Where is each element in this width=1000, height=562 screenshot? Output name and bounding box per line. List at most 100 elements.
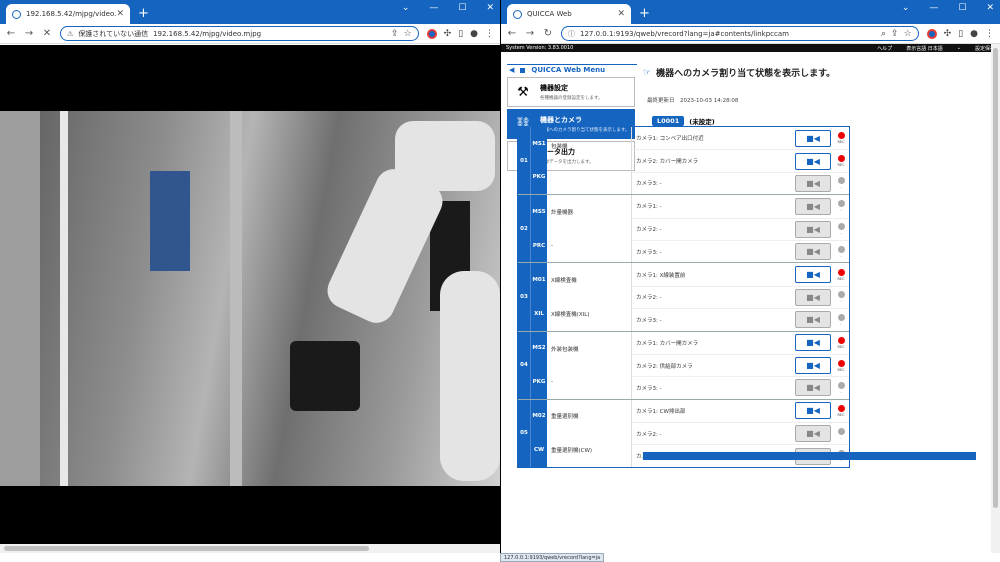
camera-view-button[interactable]: ■◀ — [795, 334, 831, 352]
camera-view-button[interactable]: ■◀ — [795, 266, 831, 284]
camera-view-button[interactable]: ■◀ — [795, 402, 831, 420]
camera-label: カメラ1: - — [636, 204, 662, 211]
puzzle-icon[interactable]: ✣ — [944, 29, 952, 39]
bookmark-star-icon[interactable]: ☆ — [904, 29, 912, 39]
extension-icon[interactable] — [926, 28, 937, 39]
bookmark-star-icon[interactable]: ☆ — [404, 29, 412, 39]
camera-label: カメラ2: - — [636, 227, 662, 234]
share-icon[interactable]: ⇪ — [891, 29, 899, 39]
sidepanel-icon[interactable]: ▯ — [958, 29, 963, 39]
minimize-icon[interactable]: — — [929, 3, 938, 13]
tab-video-stream[interactable]: 192.168.5.42/mjpg/video.mjpg ✕ — [6, 4, 130, 24]
camera-view-button[interactable]: ■◀ — [795, 174, 831, 192]
camera-row: カメラ3: - ■◀ - — [632, 239, 849, 262]
rec-indicator: REC — [835, 404, 847, 417]
new-tab-button[interactable]: + — [639, 6, 650, 21]
menu-header[interactable]: ◀ QUICCA Web Menu — [507, 64, 637, 75]
maximize-icon[interactable]: ☐ — [458, 3, 466, 13]
rec-label-empty: - — [840, 389, 842, 394]
new-tab-button[interactable]: + — [138, 6, 149, 21]
minimize-icon[interactable]: — — [429, 3, 438, 13]
device-group: 03 M01 XIL X線検査機 X線検査機(XIL) カメラ1: X線装置前 ■◀ REC カ… — [518, 262, 849, 331]
rec-label-empty: - — [840, 299, 842, 304]
close-tab-icon[interactable]: ✕ — [116, 9, 124, 19]
camera-row: カメラ1: CW排出部 ■◀ REC — [632, 400, 849, 422]
machine-names: 包装機 — [547, 127, 632, 195]
machine-names: 外装包装機 - — [547, 331, 632, 399]
extension-icon[interactable] — [426, 28, 437, 39]
camera-label: カメラ1: コンベア出口付近 — [636, 136, 704, 143]
close-icon[interactable]: ✕ — [986, 3, 994, 13]
stop-icon[interactable]: ✕ — [42, 28, 52, 39]
camera-row: カメラ3: - ■◀ - — [632, 171, 849, 194]
warning-icon[interactable]: ⚠ — [67, 30, 73, 38]
menu-item-sub: 各種機器の登録設定をします。 — [540, 96, 603, 101]
machine-subname: X線検査機(XIL) — [551, 311, 590, 318]
footer-bar — [643, 452, 976, 460]
profile-icon[interactable]: ● — [470, 29, 478, 39]
close-tab-icon[interactable]: ✕ — [617, 9, 625, 19]
share-icon[interactable]: ⇪ — [391, 29, 399, 39]
camera-view-button[interactable]: ■◀ — [795, 243, 831, 261]
address-bar[interactable]: ⚠ 保護されていない通信 192.168.5.42/mjpg/video.mjp… — [60, 26, 419, 41]
camera-row: カメラ2: カバー開カメラ ■◀ REC — [632, 149, 849, 171]
camera-label: カメラ3: - — [636, 317, 662, 324]
forward-icon[interactable]: → — [525, 28, 535, 39]
profile-icon[interactable]: ● — [970, 29, 978, 39]
close-icon[interactable]: ✕ — [486, 3, 494, 13]
maximize-icon[interactable]: ☐ — [958, 3, 966, 13]
camera-icon: ■◀ — [806, 133, 820, 143]
horizontal-scrollbar[interactable] — [0, 544, 500, 553]
camera-label: カメラ2: カバー開カメラ — [636, 159, 699, 166]
camera-view-button[interactable]: ■◀ — [795, 288, 831, 306]
language-select[interactable]: 表示言語 日本語 — [906, 45, 943, 52]
machine-name: 重量選別機 — [551, 414, 579, 421]
camera-list: カメラ1: X線装置前 ■◀ REC カメラ2: - ■◀ - カメラ3: - ■◀ - — [632, 263, 849, 330]
chevron-down-icon[interactable]: ⌄ — [902, 3, 910, 13]
address-bar[interactable]: ⓘ 127.0.0.1:9193/qweb/vrecord?lang=ja#co… — [561, 26, 919, 41]
pointing-hand-icon: ☞ — [643, 67, 652, 78]
chevron-down-icon[interactable]: ⌄ — [402, 3, 410, 13]
puzzle-icon[interactable]: ✣ — [444, 29, 452, 39]
camera-label: カメラ3: - — [636, 385, 662, 392]
machine-codes: MS5 PRC — [530, 195, 547, 263]
camera-view-button[interactable]: ■◀ — [795, 311, 831, 329]
reload-icon[interactable]: ↻ — [543, 28, 553, 39]
back-icon[interactable]: ← — [6, 28, 16, 39]
camera-icon: ■◀ — [806, 429, 820, 439]
chevron-down-icon[interactable]: ⌄ — [957, 45, 961, 51]
rec-dot-icon — [837, 427, 845, 435]
camera-view-button[interactable]: ■◀ — [795, 129, 831, 147]
more-menu-icon[interactable]: ⋮ — [485, 29, 494, 39]
sidepanel-icon[interactable]: ▯ — [458, 29, 463, 39]
camera-view-button[interactable]: ■◀ — [795, 357, 831, 375]
security-warning: 保護されていない通信 — [78, 29, 149, 38]
machine-codes: M01 XIL — [530, 263, 547, 331]
camera-view-button[interactable]: ■◀ — [795, 220, 831, 238]
zoom-icon[interactable]: ⌕ — [881, 29, 886, 39]
collapse-arrow-icon[interactable]: ◀ — [509, 66, 514, 74]
rec-indicator: - — [835, 291, 847, 303]
url-text: 192.168.5.42/mjpg/video.mjpg — [153, 29, 262, 38]
camera-view-button[interactable]: ■◀ — [795, 197, 831, 215]
rec-indicator: REC — [835, 336, 847, 349]
machine-names: 計量機器 - — [547, 195, 632, 263]
machine-codes: MS2 PKG — [530, 331, 547, 399]
camera-view-button[interactable]: ■◀ — [795, 152, 831, 170]
camera-view-button[interactable]: ■◀ — [795, 379, 831, 397]
menu-item-device-settings[interactable]: ⚒ 機器設定 各種機器の登録設定をします。 — [507, 77, 635, 107]
camera-view-button[interactable]: ■◀ — [795, 425, 831, 443]
help-link[interactable]: ヘルプ — [877, 45, 892, 52]
camera-row: カメラ1: コンベア出口付近 ■◀ REC — [632, 127, 849, 149]
camera-row: カメラ1: カバー開カメラ ■◀ REC — [632, 332, 849, 354]
video-viewport — [0, 45, 500, 553]
tab-quicca[interactable]: QUICCA Web ✕ — [507, 4, 631, 24]
menu-item-title: 機器設定 — [540, 84, 568, 92]
more-menu-icon[interactable]: ⋮ — [985, 29, 994, 39]
rec-label-empty: - — [840, 185, 842, 190]
forward-icon[interactable]: → — [24, 28, 34, 39]
device-group: 01 MS1 PKG 包装機 カメラ1: コンベア出口付近 ■◀ REC カメラ2: カバー開… — [518, 127, 849, 195]
back-icon[interactable]: ← — [507, 28, 517, 39]
info-icon[interactable]: ⓘ — [568, 29, 575, 39]
vertical-scrollbar[interactable] — [991, 44, 1000, 553]
